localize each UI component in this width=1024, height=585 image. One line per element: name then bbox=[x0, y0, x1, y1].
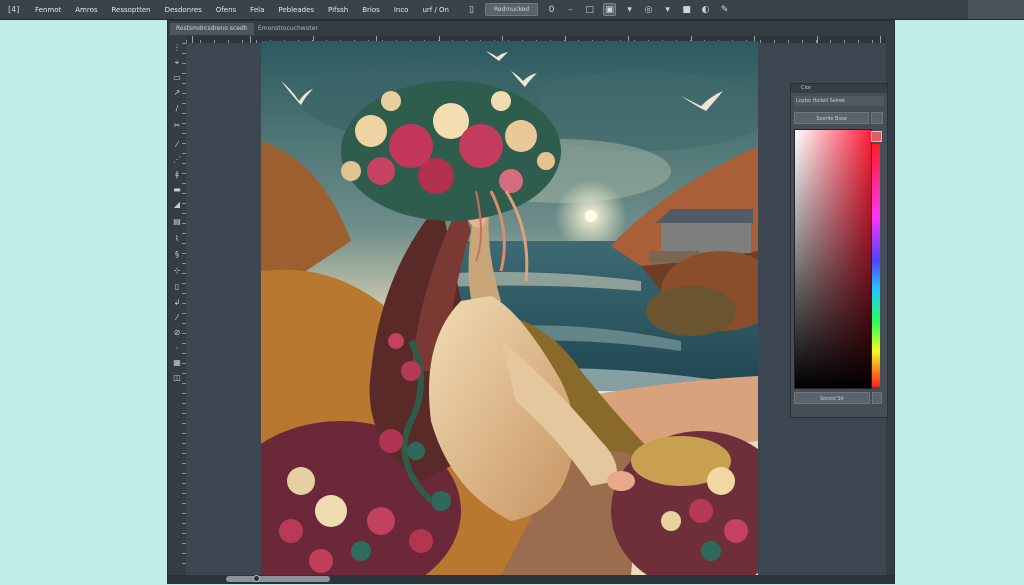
color-mode-field[interactable]: Soorile Bsse bbox=[794, 112, 869, 124]
tab-bar: Rostsmdrcsdreno scedh Emonstrocuchwoter bbox=[168, 21, 894, 37]
artwork-painting bbox=[261, 41, 758, 575]
color-picker-panel: Clor Loybo Hoilell Selrek Soorile Bsse S… bbox=[790, 83, 888, 418]
color-value-field[interactable]: Sorold Slr bbox=[794, 392, 870, 404]
menu-item[interactable]: Ofens bbox=[209, 6, 243, 14]
artwork-image[interactable] bbox=[261, 41, 758, 575]
resize-handle-icon[interactable]: ▯ bbox=[466, 4, 477, 15]
menu-item[interactable]: Pebleades bbox=[271, 6, 321, 14]
tab-document-secondary[interactable]: Emonstrocuchwoter bbox=[252, 23, 324, 35]
color-saturation-field[interactable] bbox=[794, 129, 872, 389]
square-icon[interactable]: □ bbox=[584, 4, 595, 15]
horizontal-scrollbar[interactable] bbox=[168, 575, 894, 583]
menu-bar-right-pad bbox=[968, 0, 1024, 19]
menu-item[interactable]: Pifssh bbox=[321, 6, 355, 14]
document-window: Rostsmdrcsdreno scedh Emonstrocuchwoter … bbox=[167, 20, 895, 584]
menu-item[interactable]: Ressoptten bbox=[105, 6, 158, 14]
tab-document[interactable]: Rostsmdrcsdreno scedh bbox=[170, 23, 254, 35]
panel-subheader: Loybo Hoilell Selrek bbox=[794, 96, 884, 106]
panel-menu-button[interactable] bbox=[871, 112, 883, 124]
menu-bar: [4] Fenmot Amros Ressoptten Desdonres Of… bbox=[0, 0, 1024, 20]
mode-field[interactable]: Redmucked bbox=[485, 3, 539, 16]
stop-icon[interactable]: ■ bbox=[681, 4, 692, 15]
panel-footer-button[interactable] bbox=[872, 392, 882, 404]
globe-icon[interactable]: ◎ bbox=[643, 4, 654, 15]
main-menu: Fenmot Amros Ressoptten Desdonres Ofens … bbox=[28, 6, 456, 14]
menu-item[interactable]: Fela bbox=[243, 6, 271, 14]
menu-item[interactable]: Fenmot bbox=[28, 6, 68, 14]
chevron-down-icon[interactable]: ▾ bbox=[624, 4, 635, 15]
options-bar: ▯ Redmucked 0 – □ ▣ ▾ ◎ ▾ ■ ◐ ✎ bbox=[466, 3, 730, 16]
menu-item[interactable]: urf / On bbox=[415, 6, 456, 14]
menu-item[interactable]: Desdonres bbox=[158, 6, 209, 14]
contrast-icon[interactable]: ◐ bbox=[700, 4, 711, 15]
canvas-area[interactable] bbox=[186, 41, 892, 575]
hue-marker[interactable] bbox=[871, 131, 882, 142]
scrollbar-knob[interactable] bbox=[253, 575, 260, 582]
menu-item[interactable]: Brios bbox=[355, 6, 387, 14]
chevron-down-icon[interactable]: ▾ bbox=[662, 4, 673, 15]
panel-title: Clor bbox=[801, 85, 811, 91]
panel-header[interactable]: Clor bbox=[791, 84, 887, 93]
app-menu-icon[interactable]: [4] bbox=[8, 5, 22, 14]
pen-icon[interactable]: ✎ bbox=[719, 4, 730, 15]
minus-icon[interactable]: – bbox=[565, 4, 576, 15]
menu-item[interactable]: Amros bbox=[68, 6, 104, 14]
hue-slider[interactable] bbox=[872, 144, 880, 387]
scrollbar-thumb[interactable] bbox=[226, 576, 330, 582]
zoom-level[interactable]: 0 bbox=[546, 4, 557, 15]
brush-preset-icon[interactable]: ▣ bbox=[603, 3, 617, 16]
menu-item[interactable]: Inco bbox=[387, 6, 416, 14]
